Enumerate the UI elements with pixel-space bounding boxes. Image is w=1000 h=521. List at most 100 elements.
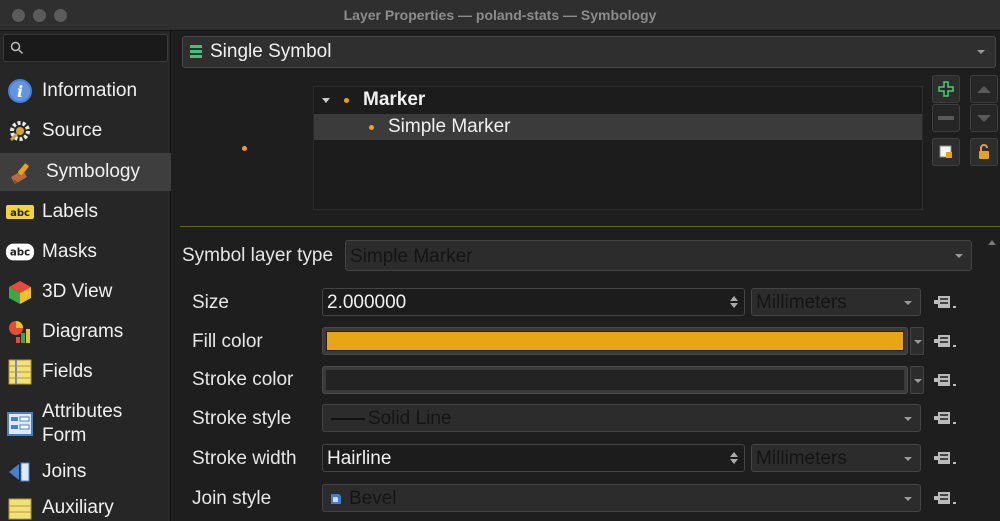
move-up-button[interactable] — [970, 75, 998, 103]
spin-down-icon[interactable] — [730, 303, 738, 308]
sidebar-item-attributes-form[interactable]: Attributes Form — [0, 397, 171, 451]
fill-color-label: Fill color — [192, 331, 263, 352]
sidebar-item-label: Auxiliary — [42, 497, 114, 518]
chevron-down-icon — [904, 457, 912, 461]
stroke-color-menu-button[interactable] — [910, 366, 924, 394]
arrow-down-icon — [977, 114, 991, 122]
symbol-layer-type-combobox[interactable]: Simple Marker — [345, 240, 972, 271]
arrow-up-icon — [977, 85, 991, 93]
sidebar-item-joins[interactable]: Joins — [0, 457, 171, 487]
simple-marker-dot-icon — [369, 124, 374, 130]
sidebar-item-label: Information — [42, 80, 138, 101]
cube-3d-icon — [6, 278, 34, 306]
scroll-up-icon[interactable] — [988, 240, 996, 245]
sidebar-item-label: Masks — [42, 241, 97, 262]
duplicate-icon — [939, 145, 952, 158]
search-icon — [10, 41, 24, 55]
svg-text:abc: abc — [10, 247, 30, 259]
stroke-style-data-defined-button[interactable] — [932, 405, 960, 431]
sidebar-item-source[interactable]: Source — [0, 115, 171, 147]
sidebar-item-label: Source — [42, 120, 103, 141]
stroke-color-data-defined-button[interactable] — [932, 367, 960, 393]
sidebar-item-label: Joins — [42, 461, 87, 482]
stroke-style-combobox[interactable]: Solid Line — [322, 404, 921, 432]
tree-row-marker[interactable]: Marker — [314, 87, 922, 113]
join-style-label: Join style — [192, 488, 272, 509]
sidebar-item-diagrams[interactable]: Diagrams — [0, 317, 171, 347]
lock-layer-color-button[interactable] — [970, 138, 998, 166]
symbol-layer-tree[interactable]: Marker Simple Marker — [313, 86, 923, 210]
chevron-down-icon — [904, 497, 912, 501]
joins-icon — [6, 458, 34, 486]
properties-scrollbar[interactable] — [985, 236, 999, 521]
stroke-style-label: Stroke style — [192, 408, 292, 429]
title-bar: Layer Properties — poland-stats — Symbol… — [0, 0, 1000, 31]
marker-dot-icon — [344, 97, 349, 103]
tree-item-label: Marker — [363, 89, 426, 110]
info-icon: i — [6, 77, 34, 105]
stroke-width-unit-value: Millimeters — [756, 448, 847, 469]
size-unit-value: Millimeters — [756, 292, 847, 313]
sidebar-search-input[interactable] — [3, 34, 168, 62]
renderer-type-label: Single Symbol — [210, 41, 332, 62]
sidebar-item-labels[interactable]: abc Labels — [0, 197, 171, 227]
labels-abc-icon: abc — [6, 198, 34, 226]
chevron-down-icon — [977, 50, 985, 54]
sidebar-item-symbology[interactable]: Symbology — [0, 153, 171, 191]
paintbrush-icon — [8, 158, 36, 186]
lock-icon — [979, 144, 989, 159]
stroke-color-button[interactable] — [322, 366, 908, 394]
sidebar-item-information[interactable]: i Information — [0, 75, 171, 107]
sidebar-item-3d-view[interactable]: 3D View — [0, 277, 171, 307]
sidebar-item-label: Symbology — [46, 161, 140, 182]
size-value: 2.000000 — [327, 292, 407, 313]
join-style-combobox[interactable]: Bevel — [322, 484, 921, 512]
remove-symbol-layer-button[interactable] — [932, 104, 960, 132]
expand-arrow-icon[interactable] — [322, 97, 330, 103]
size-data-defined-button[interactable] — [932, 289, 960, 315]
tree-row-simple-marker[interactable]: Simple Marker — [314, 114, 922, 140]
window-title: Layer Properties — poland-stats — Symbol… — [343, 7, 657, 23]
section-divider — [180, 226, 1000, 227]
add-symbol-layer-button[interactable] — [932, 75, 960, 103]
symbol-layer-type-label: Symbol layer type — [182, 245, 334, 266]
sidebar-item-masks[interactable]: abc Masks — [0, 237, 171, 267]
chevron-down-icon — [904, 417, 912, 421]
sidebar-item-auxiliary[interactable]: Auxiliary — [0, 493, 171, 521]
move-down-button[interactable] — [970, 104, 998, 132]
sidebar-item-label: Fields — [42, 361, 93, 382]
solid-line-icon — [331, 418, 365, 420]
duplicate-symbol-layer-button[interactable] — [932, 138, 960, 166]
sidebar-item-label: Diagrams — [42, 321, 124, 342]
sidebar-splitter[interactable] — [172, 31, 180, 521]
spin-up-icon[interactable] — [730, 452, 738, 457]
masks-abc-icon: abc — [6, 238, 34, 266]
stroke-width-unit-combobox[interactable]: Millimeters — [751, 444, 921, 472]
source-gear-icon — [6, 117, 34, 145]
sidebar: i Information Source Symbology abc Label… — [0, 31, 171, 521]
sidebar-item-fields[interactable]: Fields — [0, 357, 171, 387]
svg-text:i: i — [17, 82, 23, 101]
chevron-down-icon — [955, 254, 963, 258]
fill-color-menu-button[interactable] — [910, 327, 924, 355]
chevron-down-icon — [914, 379, 922, 383]
symbol-preview — [242, 146, 247, 151]
spin-up-icon[interactable] — [730, 296, 738, 301]
stroke-width-data-defined-button[interactable] — [932, 445, 960, 471]
stroke-width-spinbox[interactable]: Hairline — [322, 444, 745, 472]
spin-down-icon[interactable] — [730, 459, 738, 464]
renderer-type-combobox[interactable]: Single Symbol — [182, 36, 996, 68]
sidebar-item-label: 3D View — [42, 281, 113, 302]
size-label: Size — [192, 292, 229, 313]
stroke-color-label: Stroke color — [192, 369, 294, 390]
fill-color-button[interactable] — [322, 327, 908, 355]
size-unit-combobox[interactable]: Millimeters — [751, 288, 921, 316]
data-defined-override-icon — [934, 492, 956, 504]
auxiliary-icon — [6, 494, 34, 521]
size-spinbox[interactable]: 2.000000 — [322, 288, 745, 316]
join-style-value: Bevel — [349, 488, 397, 509]
join-style-data-defined-button[interactable] — [932, 485, 960, 511]
symbol-layer-type-value: Simple Marker — [350, 246, 473, 267]
fill-color-data-defined-button[interactable] — [932, 328, 960, 354]
chevron-down-icon — [914, 340, 922, 344]
